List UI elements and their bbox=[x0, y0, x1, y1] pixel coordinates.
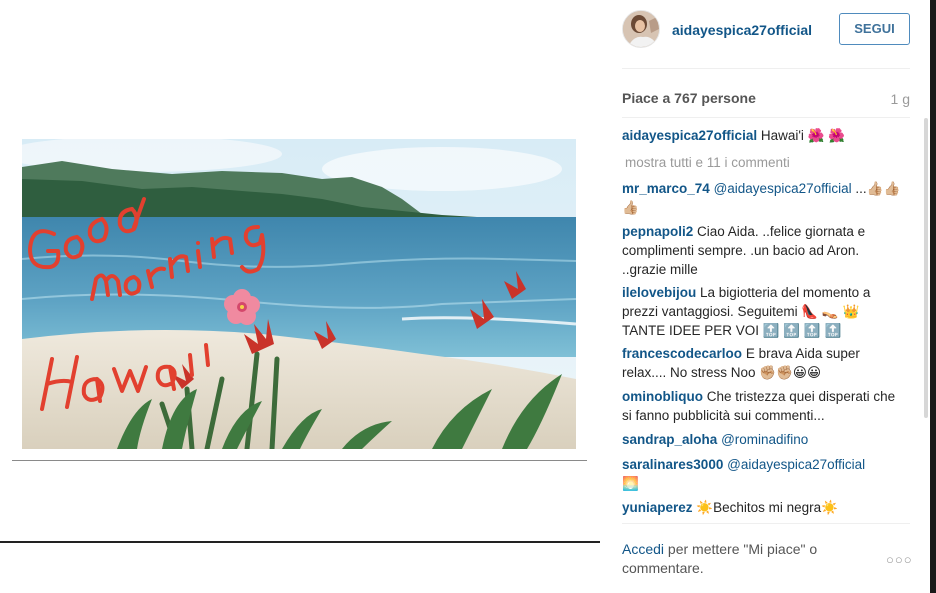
footer-divider bbox=[622, 523, 910, 524]
login-link[interactable]: Accedi bbox=[622, 541, 664, 557]
post-sidebar: aidayespica27official SEGUI Piace a 767 … bbox=[600, 0, 924, 593]
post-time[interactable]: 1 g bbox=[891, 91, 910, 107]
comment-username[interactable]: mr_marco_74 bbox=[622, 181, 710, 196]
view-all-comments-label[interactable]: mostra tutti e 11 i commenti bbox=[625, 155, 790, 170]
comment-username[interactable]: ominobliquo bbox=[622, 389, 703, 404]
comment-username[interactable]: aidayespica27official bbox=[622, 128, 757, 143]
comment-mention[interactable]: @aidayespica27official bbox=[714, 181, 852, 196]
media-bottom-border bbox=[0, 541, 600, 543]
post-author-username[interactable]: aidayespica27official bbox=[672, 22, 812, 38]
comment-username[interactable]: francescodecarloo bbox=[622, 346, 742, 361]
media-divider bbox=[12, 460, 587, 461]
header-divider bbox=[622, 68, 910, 69]
comment-item: mr_marco_74 @aidayespica27official ...👍🏼… bbox=[622, 179, 902, 217]
comment-mention[interactable]: @aidayespica27official bbox=[727, 457, 865, 472]
ellipsis-icon[interactable]: ○○○ bbox=[886, 552, 913, 567]
post-header: aidayespica27official SEGUI bbox=[622, 8, 910, 56]
comment-username[interactable]: saralinares3000 bbox=[622, 457, 723, 472]
avatar-image bbox=[623, 11, 659, 47]
comment-username[interactable]: sandrap_aloha bbox=[622, 432, 717, 447]
media-area bbox=[0, 0, 600, 593]
scrollbar[interactable] bbox=[924, 118, 928, 418]
stats-divider bbox=[622, 117, 910, 118]
comment-username[interactable]: yuniaperez bbox=[622, 500, 693, 515]
likes-count[interactable]: Piace a 767 persone bbox=[622, 90, 756, 106]
comment-item: sandrap_aloha @rominadifino bbox=[622, 430, 902, 449]
comment-item: saralinares3000 @aidayespica27official 🌅 bbox=[622, 455, 902, 493]
comment-text: ☀️Bechitos mi negra☀️ bbox=[696, 500, 838, 515]
comment-username[interactable]: pepnapoli2 bbox=[622, 224, 693, 239]
comment-text: Hawai'i 🌺 🌺 bbox=[760, 128, 846, 143]
comment-item: ominobliquo Che tristezza quei disperati… bbox=[622, 387, 902, 425]
comment-item: pepnapoli2 Ciao Aida. ..felice giornata … bbox=[622, 222, 902, 279]
login-prompt: Accedi per mettere "Mi piace" o commenta… bbox=[622, 540, 862, 578]
avatar[interactable] bbox=[622, 10, 660, 48]
view-all-comments-link[interactable]: mostra tutti e 11 i commenti bbox=[625, 153, 905, 172]
comment-item: yuniaperez ☀️Bechitos mi negra☀️ bbox=[622, 498, 902, 517]
comment-text: 🌅 bbox=[622, 476, 639, 491]
follow-button[interactable]: SEGUI bbox=[839, 13, 910, 45]
comment-mention[interactable]: @rominadifino bbox=[721, 432, 808, 447]
comment-item: ilelovebijou La bigiotteria del momento … bbox=[622, 283, 902, 340]
post-photo[interactable] bbox=[22, 139, 576, 449]
comment-item: francescodecarloo E brava Aida super rel… bbox=[622, 344, 902, 382]
hawaii-beach-image bbox=[22, 139, 576, 449]
comment-username[interactable]: ilelovebijou bbox=[622, 285, 696, 300]
caption: aidayespica27official Hawai'i 🌺 🌺 bbox=[622, 126, 902, 145]
window-edge bbox=[930, 0, 936, 593]
